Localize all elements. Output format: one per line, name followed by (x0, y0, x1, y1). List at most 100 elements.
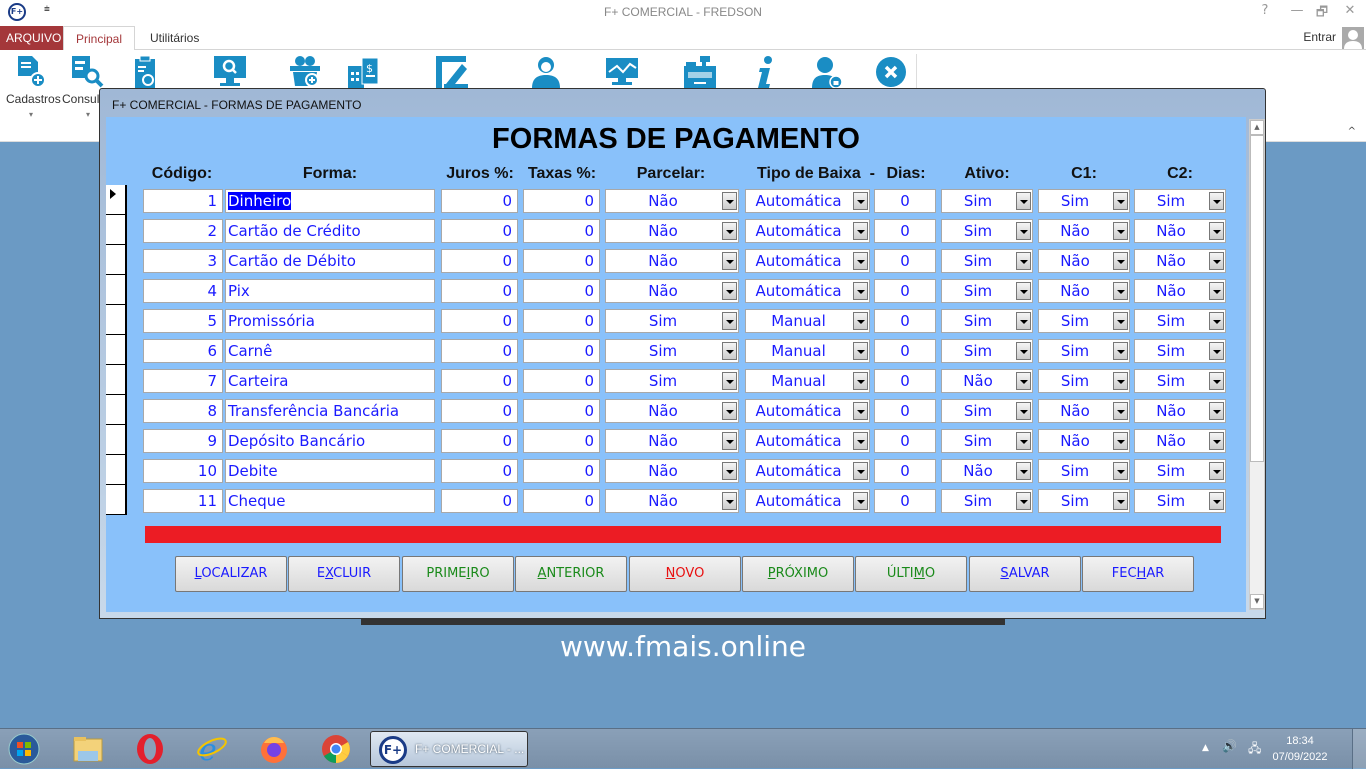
select-c1[interactable]: Não (1038, 249, 1130, 273)
field-forma[interactable]: Carnê (225, 339, 435, 363)
user-lock-icon[interactable] (812, 56, 844, 89)
chevron-down-icon[interactable] (1016, 192, 1031, 210)
select-c1[interactable]: Sim (1038, 309, 1130, 333)
select-ativo[interactable]: Sim (941, 339, 1033, 363)
select-c1[interactable]: Não (1038, 399, 1130, 423)
tab-arquivo[interactable]: ARQUIVO (0, 26, 68, 50)
chevron-down-icon[interactable] (722, 342, 737, 360)
field-taxas[interactable]: 0 (523, 219, 600, 243)
select-ativo[interactable]: Sim (941, 309, 1033, 333)
chevron-down-icon[interactable] (1016, 492, 1031, 510)
chevron-down-icon[interactable] (853, 192, 868, 210)
row-selector[interactable] (106, 185, 127, 215)
chevron-down-icon[interactable] (853, 252, 868, 270)
chevron-down-icon[interactable] (722, 252, 737, 270)
chevron-down-icon[interactable] (722, 372, 737, 390)
collapse-ribbon-icon[interactable]: ^ (1348, 126, 1356, 137)
select-c2[interactable]: Sim (1134, 369, 1226, 393)
chevron-down-icon[interactable]: ▾ (86, 110, 90, 119)
field-codigo[interactable]: 10 (143, 459, 223, 483)
chevron-down-icon[interactable] (1016, 312, 1031, 330)
help-button[interactable]: ? (1255, 3, 1275, 18)
select-ativo[interactable]: Sim (941, 279, 1033, 303)
field-forma[interactable]: Cartão de Crédito (225, 219, 435, 243)
scroll-thumb[interactable] (1250, 135, 1264, 462)
internet-explorer-icon[interactable]: e (196, 733, 228, 768)
chevron-down-icon[interactable] (722, 282, 737, 300)
chevron-down-icon[interactable] (722, 402, 737, 420)
field-juros[interactable]: 0 (441, 339, 518, 363)
field-taxas[interactable]: 0 (523, 189, 600, 213)
row-selector[interactable] (106, 305, 127, 335)
field-juros[interactable]: 0 (441, 279, 518, 303)
select-tipo-baixa[interactable]: Automática (745, 429, 870, 453)
chevron-down-icon[interactable] (1113, 252, 1128, 270)
select-c2[interactable]: Não (1134, 399, 1226, 423)
taskbar-app-f-comercial[interactable]: F+ F+ COMERCIAL - ... (370, 731, 528, 767)
fechar-button[interactable]: FECHAR (1082, 556, 1194, 592)
chevron-down-icon[interactable] (1209, 252, 1224, 270)
chevron-down-icon[interactable]: ▾ (29, 110, 33, 119)
chevron-down-icon[interactable] (722, 432, 737, 450)
clipboard-icon[interactable] (134, 55, 166, 88)
select-c1[interactable]: Sim (1038, 189, 1130, 213)
restore-button[interactable]: 🗗 (1312, 3, 1332, 25)
chevron-down-icon[interactable] (1016, 282, 1031, 300)
field-forma[interactable]: Cartão de Débito (225, 249, 435, 273)
select-tipo-baixa[interactable]: Automática (745, 219, 870, 243)
select-parcelar[interactable]: Sim (605, 309, 739, 333)
select-c1[interactable]: Sim (1038, 459, 1130, 483)
select-parcelar[interactable]: Não (605, 399, 739, 423)
select-c2[interactable]: Não (1134, 219, 1226, 243)
chevron-down-icon[interactable] (1113, 432, 1128, 450)
chevron-down-icon[interactable] (1113, 312, 1128, 330)
select-ativo[interactable]: Sim (941, 489, 1033, 513)
field-dias[interactable]: 0 (874, 219, 936, 243)
select-c1[interactable]: Sim (1038, 339, 1130, 363)
chevron-down-icon[interactable] (1016, 342, 1031, 360)
chevron-down-icon[interactable] (1209, 462, 1224, 480)
chevron-down-icon[interactable] (853, 462, 868, 480)
field-taxas[interactable]: 0 (523, 459, 600, 483)
select-tipo-baixa[interactable]: Automática (745, 459, 870, 483)
chevron-down-icon[interactable] (1209, 282, 1224, 300)
field-dias[interactable]: 0 (874, 339, 936, 363)
field-juros[interactable]: 0 (441, 309, 518, 333)
field-dias[interactable]: 0 (874, 279, 936, 303)
chevron-down-icon[interactable] (1016, 252, 1031, 270)
field-dias[interactable]: 0 (874, 369, 936, 393)
chevron-down-icon[interactable] (1209, 432, 1224, 450)
field-taxas[interactable]: 0 (523, 429, 600, 453)
close-circle-icon[interactable] (875, 56, 907, 88)
field-forma[interactable]: Promissória (225, 309, 435, 333)
chevron-down-icon[interactable] (1113, 222, 1128, 240)
select-parcelar[interactable]: Sim (605, 369, 739, 393)
chevron-down-icon[interactable] (1113, 342, 1128, 360)
chevron-down-icon[interactable] (853, 492, 868, 510)
avatar[interactable] (1342, 27, 1364, 49)
select-c2[interactable]: Sim (1134, 339, 1226, 363)
edit-icon[interactable] (436, 56, 468, 89)
field-dias[interactable]: 0 (874, 399, 936, 423)
chevron-down-icon[interactable] (1209, 492, 1224, 510)
field-juros[interactable]: 0 (441, 369, 518, 393)
row-selector[interactable] (106, 485, 127, 515)
chevron-down-icon[interactable] (722, 462, 737, 480)
field-dias[interactable]: 0 (874, 249, 936, 273)
person-icon[interactable] (530, 56, 562, 88)
chevron-down-icon[interactable] (1209, 342, 1224, 360)
row-selector[interactable] (106, 215, 127, 245)
field-taxas[interactable]: 0 (523, 279, 600, 303)
row-selector[interactable] (106, 395, 127, 425)
field-codigo[interactable]: 5 (143, 309, 223, 333)
select-parcelar[interactable]: Sim (605, 339, 739, 363)
anterior-button[interactable]: ANTERIOR (515, 556, 627, 592)
select-c2[interactable]: Sim (1134, 489, 1226, 513)
chevron-down-icon[interactable] (1113, 402, 1128, 420)
chevron-down-icon[interactable] (1016, 462, 1031, 480)
field-codigo[interactable]: 9 (143, 429, 223, 453)
tab-utilitarios[interactable]: Utilitários (144, 26, 205, 50)
field-dias[interactable]: 0 (874, 459, 936, 483)
add-document-icon[interactable] (16, 56, 48, 88)
chevron-down-icon[interactable] (1113, 372, 1128, 390)
